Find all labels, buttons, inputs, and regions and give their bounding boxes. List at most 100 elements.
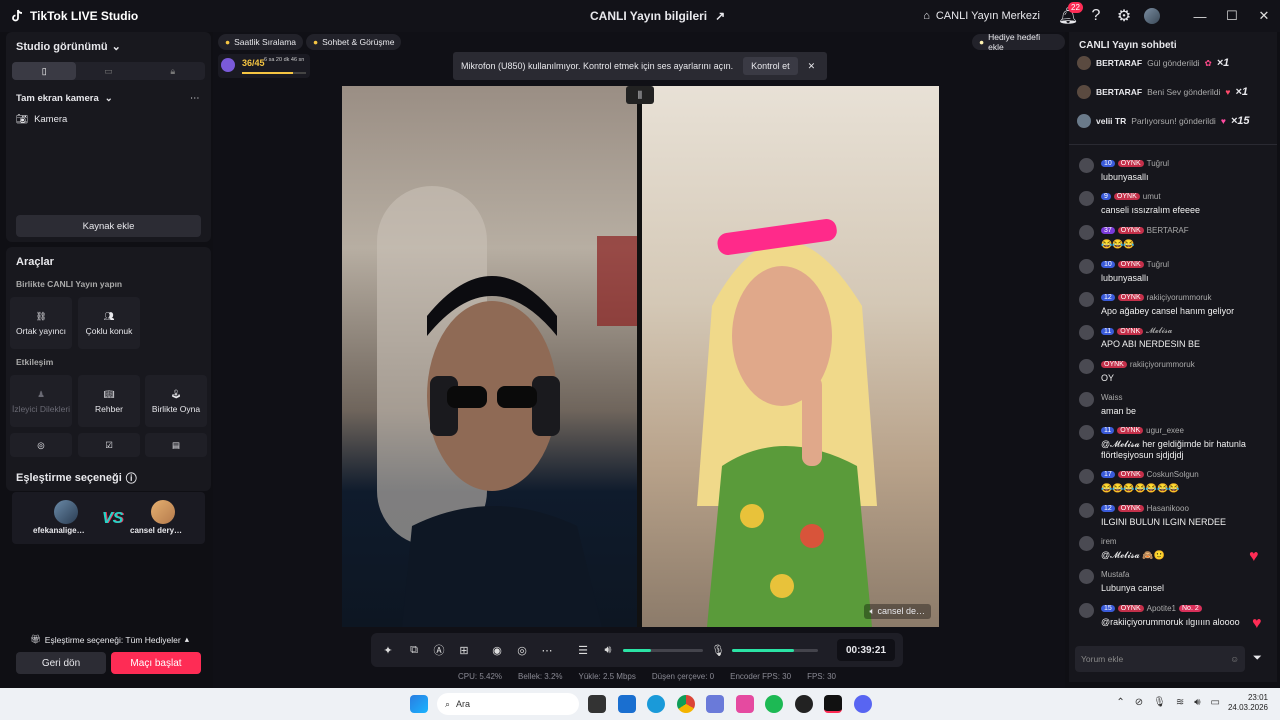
message-user[interactable]: 𝓜𝓮𝓵𝓲𝓼𝓪 xyxy=(1146,326,1172,336)
steam-icon[interactable] xyxy=(795,695,813,713)
message-user[interactable]: BERTARAF xyxy=(1147,226,1189,235)
match-gifts-dropdown[interactable]: 🎁︎ Eşleştirme seçeneği: Tüm Hediyeler ▴ xyxy=(30,634,189,645)
copilot-icon[interactable] xyxy=(736,695,754,713)
camera-source[interactable]: 📷︎ Kamera xyxy=(16,114,67,125)
minimize-button[interactable]: — xyxy=(1184,0,1216,32)
level-badge: 9 xyxy=(1101,193,1111,200)
add-source-button[interactable]: Kaynak ekle xyxy=(16,215,201,237)
wifi-icon[interactable]: ≋ xyxy=(1176,697,1184,708)
search-label: Ara xyxy=(456,699,471,709)
match-card[interactable]: efekanalige… VS cansel dery… xyxy=(12,492,205,544)
add-media-icon[interactable]: ⊞ xyxy=(457,643,471,657)
checklist-tool-button[interactable]: ☑ xyxy=(78,433,140,457)
more-icon[interactable]: ⋯ xyxy=(190,93,200,104)
settings-button[interactable]: ⚙ xyxy=(1110,0,1138,32)
viewer-wishes-button[interactable]: ♟ İzleyici Dilekleri xyxy=(10,375,72,427)
message-user[interactable]: rakiiçiyorummoruk xyxy=(1130,360,1195,369)
file-icon[interactable] xyxy=(588,695,606,713)
discord-icon[interactable] xyxy=(854,695,872,713)
message-user[interactable]: CoskunSolgun xyxy=(1147,470,1199,479)
microphone-icon[interactable]: 🎙︎ xyxy=(711,643,725,657)
live-info-button[interactable]: CANLI Yayın bilgileri ↗ xyxy=(590,9,725,23)
start-match-button[interactable]: Maçı başlat xyxy=(111,652,201,674)
taskbar-search[interactable]: ⌕ Ara xyxy=(437,693,579,715)
help-button[interactable]: ? xyxy=(1082,0,1110,32)
left-video-feed xyxy=(342,86,637,627)
message-user[interactable]: Apotite1 xyxy=(1147,604,1176,613)
avatar xyxy=(1079,469,1094,484)
live-center-button[interactable]: ⌂ CANLI Yayın Merkezi xyxy=(923,10,1040,22)
fan-club-badge: OYNK xyxy=(1117,505,1144,512)
notification-button[interactable]: 🔔︎ 22 xyxy=(1054,0,1083,32)
encoder-fps-stat: Encoder FPS: 30 xyxy=(730,672,792,681)
more-options-icon[interactable]: ⋯ xyxy=(540,643,554,657)
multi-guest-button[interactable]: 👥︎ Çoklu konuk xyxy=(78,297,140,349)
close-button[interactable]: ✕ xyxy=(1248,0,1280,32)
record-icon[interactable]: ◉ xyxy=(490,643,504,657)
back-button[interactable]: Geri dön xyxy=(16,652,106,674)
message-user[interactable]: Tuğrul xyxy=(1147,260,1169,269)
rank-widget[interactable]: 36/45 6 sa 20 dk 46 sn xyxy=(218,54,310,78)
effects-icon[interactable]: ◎ xyxy=(515,643,529,657)
chat-call-chip[interactable]: ● Sohbet & Görüşme xyxy=(306,34,402,50)
tiktok-live-taskbar-icon[interactable] xyxy=(824,695,842,713)
message-user[interactable]: rakiiçiyorummoruk xyxy=(1147,293,1212,302)
level-badge: 11 xyxy=(1101,427,1115,434)
profile-button[interactable] xyxy=(1138,0,1166,32)
comment-input[interactable]: Yorum ekle ☺ xyxy=(1075,646,1245,672)
spotify-icon[interactable] xyxy=(765,695,783,713)
volume-icon[interactable]: 🔊︎ xyxy=(601,643,615,657)
close-icon[interactable]: ✕ xyxy=(808,61,816,72)
captions-icon[interactable]: ⧉ xyxy=(407,643,421,657)
info-icon[interactable]: ⓘ xyxy=(126,470,137,486)
split-layout-button[interactable]: ⫼ xyxy=(626,86,654,104)
network-icon[interactable]: ⊘ xyxy=(1135,697,1143,708)
volume-tray-icon[interactable]: 🔊︎ xyxy=(1194,697,1200,708)
portrait-icon[interactable]: ▯ xyxy=(12,62,77,80)
message-user[interactable]: Hasanikooo xyxy=(1147,504,1189,513)
message-meta: 11 OYNK ugur_exee xyxy=(1101,426,1184,435)
locked-layout-icon[interactable]: 🔒︎ xyxy=(141,62,205,80)
co-host-button[interactable]: ⛓ Ortak yayıncı xyxy=(10,297,72,349)
hourly-ranking-chip[interactable]: ● Saatlik Sıralama xyxy=(218,34,304,50)
check-button[interactable]: Kontrol et xyxy=(743,57,798,75)
magic-wand-icon[interactable]: ✦ xyxy=(381,643,395,657)
guide-button[interactable]: 📖︎ Rehber xyxy=(78,375,140,427)
gift-goal-chip[interactable]: ● Hediye hedefi ekle xyxy=(972,32,1065,52)
mic-slider[interactable] xyxy=(732,649,818,652)
message-user[interactable]: Waiss xyxy=(1101,393,1122,402)
emoji-icon[interactable]: ☺ xyxy=(1230,654,1239,664)
message-user[interactable]: Mustafa xyxy=(1101,570,1129,579)
audio-settings-icon[interactable]: ☰ xyxy=(576,643,590,657)
target-tool-button[interactable]: ◎ xyxy=(10,433,72,457)
settings-app-icon[interactable] xyxy=(706,695,724,713)
fullscreen-camera-dropdown[interactable]: Tam ekran kamera ⌄ xyxy=(16,93,113,104)
filter-icon[interactable]: ⏷ xyxy=(1253,652,1262,665)
volume-slider[interactable] xyxy=(623,649,703,652)
chevron-up-icon[interactable]: ⌃ xyxy=(1116,697,1124,708)
message-text: lubunyasallı xyxy=(1101,273,1149,283)
message-user[interactable]: irem xyxy=(1101,537,1117,546)
clock[interactable]: 23:01 24.03.2026 xyxy=(1228,693,1268,713)
message-user[interactable]: umut xyxy=(1143,192,1161,201)
landscape-icon[interactable]: ▭ xyxy=(76,62,140,80)
tiktok-icon xyxy=(12,9,23,22)
play-together-button[interactable]: 🕹︎ Birlikte Oyna xyxy=(145,375,207,427)
message-text: aman be xyxy=(1101,406,1137,416)
edge-icon[interactable] xyxy=(647,695,665,713)
ai-icon[interactable]: Ⓐ xyxy=(432,643,446,657)
box-tool-button[interactable]: ▤ xyxy=(145,433,207,457)
windows-start-icon[interactable] xyxy=(410,695,428,713)
message-text: Apo ağabey cansel hanım geliyor xyxy=(1101,306,1235,316)
message-text: 😂😂😂 xyxy=(1101,239,1135,249)
studio-view-dropdown[interactable]: Studio görünümü ⌄ xyxy=(16,40,121,54)
message-user[interactable]: Tuğrul xyxy=(1147,159,1169,168)
avatar xyxy=(1079,359,1094,374)
battery-icon[interactable]: ▭ xyxy=(1211,697,1220,708)
chrome-icon[interactable] xyxy=(677,695,695,713)
outlook-icon[interactable] xyxy=(618,695,636,713)
message-user[interactable]: ugur_exee xyxy=(1146,426,1184,435)
preview-area: ● Saatlik Sıralama ● Sohbet & Görüşme ● … xyxy=(213,32,1065,688)
maximize-button[interactable]: ☐ xyxy=(1216,0,1248,32)
mic-tray-icon[interactable]: 🎙︎ xyxy=(1153,697,1166,708)
